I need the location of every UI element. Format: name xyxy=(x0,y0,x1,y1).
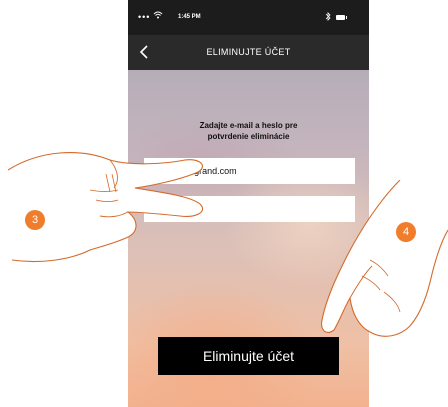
pointing-hand-left-illustration xyxy=(7,152,204,263)
battery-icon xyxy=(336,15,347,20)
status-time: 1:45 PM xyxy=(178,14,201,20)
step-4-badge: 4 xyxy=(396,222,416,242)
wifi-icon xyxy=(153,11,163,22)
bluetooth-icon xyxy=(325,12,331,23)
page-title: ELIMINUJTE ÚČET xyxy=(206,47,291,57)
status-bar: ••• 1:45 PM xyxy=(128,0,369,35)
pointing-hand-right-illustration xyxy=(321,180,448,337)
signal-icon: ••• xyxy=(138,12,151,22)
nav-bar: ELIMINUJTE ÚČET xyxy=(128,35,369,70)
step-3-badge: 3 xyxy=(25,210,45,230)
